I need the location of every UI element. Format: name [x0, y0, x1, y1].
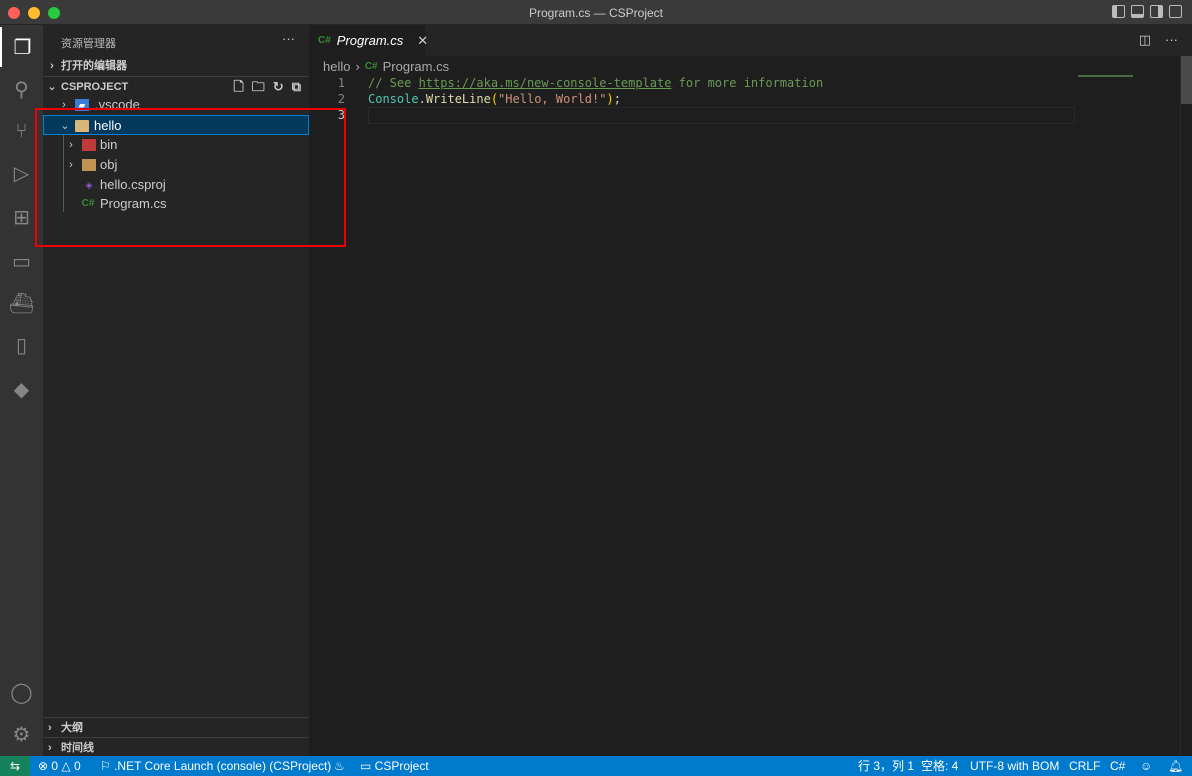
timeline-section[interactable]: › 时间线: [43, 737, 309, 757]
project-section[interactable]: ⌄ CSPROJECT 🗋 🗀 ↻ ⧉: [43, 76, 309, 96]
code-line-1: // See https://aka.ms/new-console-templa…: [368, 76, 824, 90]
end-of-line[interactable]: CRLF: [1069, 756, 1100, 776]
sidebar-title: 资源管理器: [61, 38, 116, 50]
notifications-bell-icon[interactable]: 🔔︎: [1168, 756, 1183, 776]
csharp-file-icon: C#: [318, 35, 331, 46]
search-icon[interactable]: ⚲: [0, 69, 43, 109]
minimap[interactable]: [1075, 56, 1179, 756]
remote-explorer-icon[interactable]: ▭: [0, 241, 43, 281]
feedback-icon[interactable]: ☺: [1140, 756, 1152, 776]
refresh-icon[interactable]: ↻: [273, 77, 284, 97]
breadcrumb-folder[interactable]: hello: [323, 59, 350, 74]
open-editors-section[interactable]: › 打开的编辑器: [43, 56, 309, 76]
status-bar: ⇆ ⊗ 0 △ 0 ⚐ .NET Core Launch (console) (…: [0, 756, 1192, 776]
close-tab-icon[interactable]: ✕: [417, 33, 428, 49]
new-folder-icon[interactable]: 🗀: [252, 77, 265, 97]
title-bar: Program.cs — CSProject: [0, 0, 1192, 25]
code-link[interactable]: https://aka.ms/new-console-template: [419, 76, 672, 90]
flame-icon[interactable]: ♨: [334, 756, 345, 776]
cursor-position[interactable]: 行 3，列 1: [858, 756, 914, 776]
remote-indicator-icon[interactable]: ⇆: [0, 756, 30, 776]
indentation[interactable]: 空格: 4: [921, 756, 958, 776]
line-number: 2: [337, 92, 345, 106]
explorer-icon[interactable]: ❐: [0, 27, 43, 67]
settings-gear-icon[interactable]: ⚙: [0, 714, 43, 754]
project-label: CSPROJECT: [61, 81, 129, 93]
split-editor-icon[interactable]: ◫: [1139, 32, 1151, 48]
csharp-file-icon: C#: [364, 61, 378, 72]
notebook-icon[interactable]: ▯: [0, 325, 43, 365]
chevron-right-icon: ›: [355, 59, 360, 74]
current-line-highlight: [368, 107, 1075, 124]
window-title: Program.cs — CSProject: [528, 6, 664, 20]
editor-tab-bar: C# Program.cs ✕ ◫ ···: [309, 25, 1192, 56]
timeline-label: 时间线: [61, 742, 94, 754]
language-mode[interactable]: C#: [1110, 756, 1125, 776]
toggle-sidebar-icon[interactable]: [1112, 5, 1125, 18]
project-indicator[interactable]: ▭ CSProject: [360, 756, 429, 776]
encoding[interactable]: UTF-8 with BOM: [970, 756, 1059, 776]
problems-indicator[interactable]: ⊗ 0 △ 0: [38, 756, 81, 776]
tab-program-cs[interactable]: C# Program.cs ✕: [309, 25, 428, 56]
tab-label: Program.cs: [336, 33, 404, 48]
outline-label: 大纲: [61, 722, 83, 734]
code-line-2: Console.WriteLine("Hello, World!");: [368, 92, 621, 106]
highlight-annotation-box: [35, 108, 346, 247]
open-editors-label: 打开的编辑器: [61, 60, 127, 72]
account-icon[interactable]: ◯: [0, 672, 43, 712]
breadcrumb: hello › C# Program.cs: [323, 59, 449, 74]
toggle-secondary-sidebar-icon[interactable]: [1150, 5, 1163, 18]
customize-layout-icon[interactable]: [1169, 5, 1182, 18]
line-number: 1: [337, 76, 345, 90]
more-actions-icon[interactable]: ···: [282, 31, 295, 46]
breadcrumb-file[interactable]: Program.cs: [383, 59, 449, 74]
outline-section[interactable]: › 大纲: [43, 717, 309, 737]
docker-icon[interactable]: ⛴: [0, 283, 43, 323]
debug-launch-config[interactable]: ⚐ .NET Core Launch (console) (CSProject): [100, 756, 331, 776]
more-actions-icon[interactable]: ···: [1165, 32, 1178, 48]
collapse-all-icon[interactable]: ⧉: [292, 77, 301, 97]
toggle-panel-icon[interactable]: [1131, 5, 1144, 18]
python-icon[interactable]: ◆: [0, 369, 43, 409]
vertical-scrollbar[interactable]: [1180, 56, 1192, 756]
new-file-icon[interactable]: 🗋: [233, 77, 243, 97]
